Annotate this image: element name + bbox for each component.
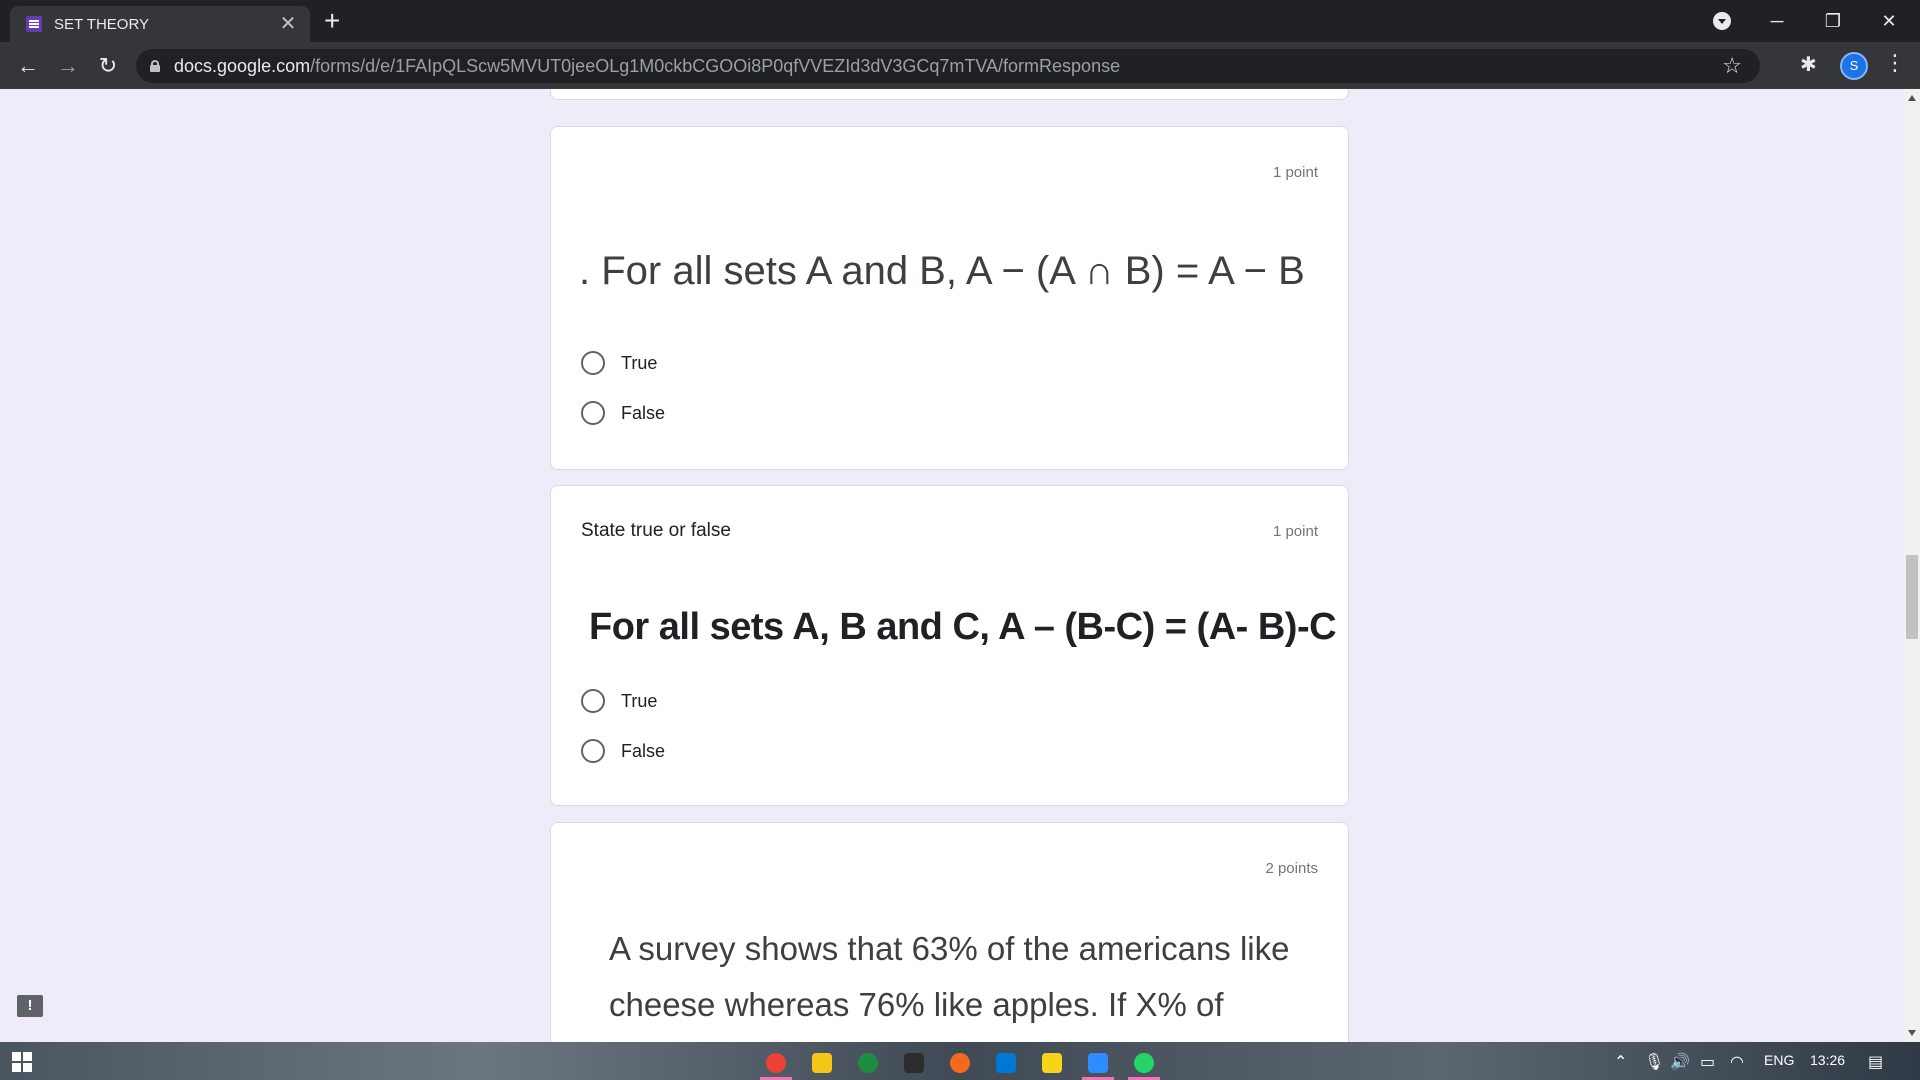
- battery-icon[interactable]: ▭: [1700, 1052, 1715, 1072]
- browser-toolbar: ← → ↻ docs.google.com/forms/d/e/1FAIpQLS…: [0, 42, 1920, 89]
- extensions-icon[interactable]: ✱: [1800, 52, 1817, 77]
- tab-title: SET THEORY: [54, 15, 150, 33]
- bookmark-star-icon[interactable]: ☆: [1722, 53, 1742, 79]
- taskbar-sticky-notes-icon[interactable]: [1032, 1046, 1072, 1080]
- question-points: 1 point: [1272, 523, 1318, 540]
- profile-avatar[interactable]: S: [1840, 52, 1868, 80]
- windows-start-icon[interactable]: [12, 1052, 32, 1072]
- question-card: State true or false 1 point For all sets…: [550, 485, 1349, 806]
- previous-question-card: [550, 89, 1349, 100]
- clock[interactable]: 13:26: [1810, 1052, 1845, 1068]
- scroll-up-arrow-icon[interactable]: [1908, 95, 1916, 101]
- wifi-icon[interactable]: ◠: [1730, 1052, 1744, 1072]
- address-bar[interactable]: docs.google.com/forms/d/e/1FAIpQLScw5MVU…: [136, 49, 1760, 83]
- question-text: For all sets A, B and C, A – (B-C) = (A-…: [589, 606, 1337, 648]
- radio-button[interactable]: [581, 351, 605, 375]
- back-button[interactable]: ←: [12, 50, 44, 82]
- action-center-icon[interactable]: ▤: [1868, 1052, 1883, 1072]
- question-text: A survey shows that 63% of the americans…: [609, 930, 1290, 1023]
- tray-chevron-icon[interactable]: ⌃: [1614, 1052, 1627, 1072]
- question-text: . For all sets A and B, A − (A ∩ B) = A …: [579, 249, 1305, 293]
- option-false[interactable]: False: [581, 739, 665, 763]
- restore-button[interactable]: ❐: [1810, 6, 1856, 36]
- option-label: True: [621, 352, 658, 373]
- reload-button[interactable]: ↻: [92, 50, 124, 82]
- url-host: docs.google.com: [174, 55, 311, 76]
- option-label: False: [621, 740, 666, 761]
- tab-search-icon[interactable]: [1713, 12, 1731, 30]
- taskbar-app-terminal-icon[interactable]: [894, 1046, 934, 1080]
- taskbar-whatsapp-icon[interactable]: [1124, 1046, 1164, 1080]
- radio-button[interactable]: [581, 689, 605, 713]
- option-true[interactable]: True: [581, 689, 657, 713]
- forms-favicon-icon: [26, 16, 42, 32]
- minimize-button[interactable]: ─: [1754, 6, 1800, 36]
- form-page: 1 point . For all sets A and B, A − (A ∩…: [0, 89, 1904, 1042]
- microphone-icon[interactable]: 🎙: [1644, 1052, 1664, 1072]
- option-false[interactable]: False: [581, 401, 665, 425]
- page-scrollbar[interactable]: [1904, 89, 1920, 1042]
- scrollbar-thumb[interactable]: [1906, 555, 1918, 639]
- taskbar-file-explorer-icon[interactable]: [802, 1046, 842, 1080]
- question-points: 1 point: [1272, 164, 1318, 181]
- scroll-down-arrow-icon[interactable]: [1908, 1030, 1916, 1036]
- browser-tab[interactable]: SET THEORY ✕: [10, 6, 310, 42]
- new-tab-button[interactable]: +: [324, 7, 340, 35]
- question-description: State true or false: [581, 520, 731, 541]
- radio-button[interactable]: [581, 739, 605, 763]
- taskbar-chrome-icon[interactable]: [756, 1046, 796, 1080]
- lock-icon[interactable]: [150, 60, 160, 72]
- report-feedback-icon[interactable]: !: [17, 995, 43, 1017]
- browser-menu-icon[interactable]: ⋮: [1884, 50, 1906, 76]
- option-true[interactable]: True: [581, 351, 657, 375]
- url-path: /forms/d/e/1FAIpQLScw5MVUT0jeeOLg1M0ckbC…: [310, 55, 1121, 76]
- taskbar-app-green-icon[interactable]: [848, 1046, 888, 1080]
- option-label: False: [621, 402, 666, 423]
- forward-button[interactable]: →: [52, 50, 84, 82]
- taskbar-app-orange-icon[interactable]: [940, 1046, 980, 1080]
- question-card: 2 points A survey shows that 63% of the …: [550, 822, 1349, 1042]
- volume-icon[interactable]: 🔊: [1670, 1052, 1690, 1072]
- question-points: 2 points: [1265, 860, 1318, 877]
- windows-taskbar: ⌃ 🎙 🔊 ▭ ◠ ENG 13:26 ▤: [0, 1042, 1920, 1080]
- radio-button[interactable]: [581, 401, 605, 425]
- close-window-button[interactable]: ✕: [1866, 6, 1912, 36]
- browser-title-bar: SET THEORY ✕ + ─ ❐ ✕: [0, 0, 1920, 42]
- option-label: True: [621, 690, 658, 711]
- taskbar-zoom-icon[interactable]: [1078, 1046, 1118, 1080]
- tab-close-icon[interactable]: ✕: [278, 14, 298, 34]
- question-card: 1 point . For all sets A and B, A − (A ∩…: [550, 126, 1349, 470]
- taskbar-vscode-icon[interactable]: [986, 1046, 1026, 1080]
- language-indicator[interactable]: ENG: [1764, 1052, 1794, 1068]
